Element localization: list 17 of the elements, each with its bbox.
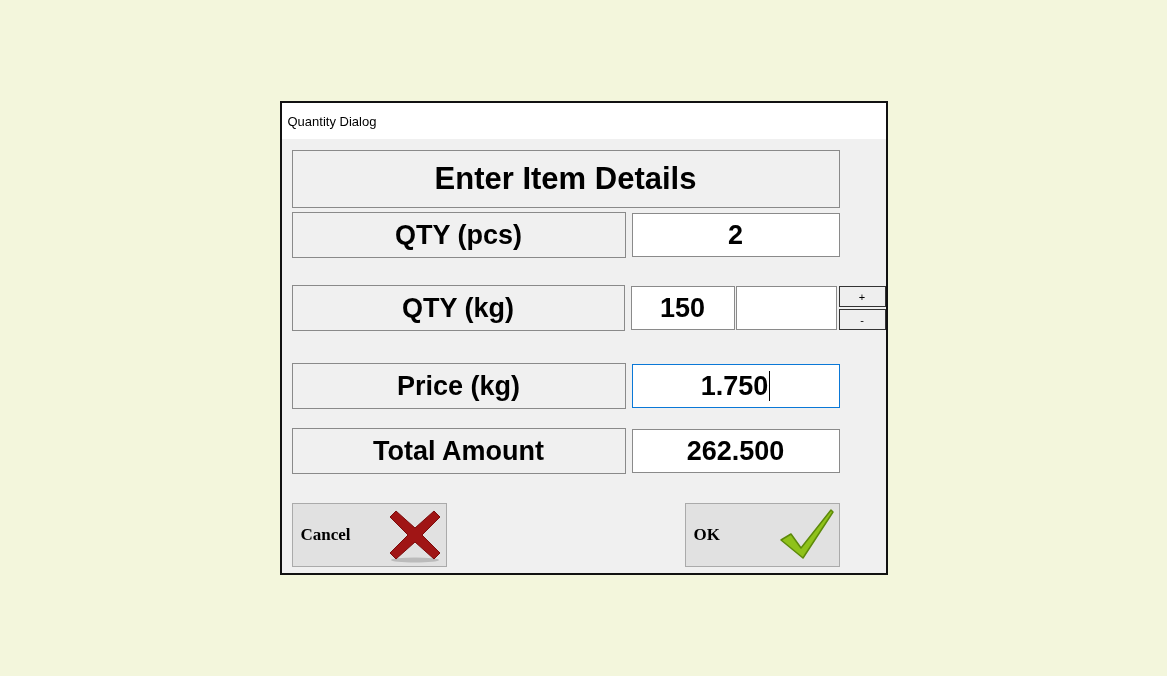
ok-button[interactable]: OK <box>684 503 840 567</box>
field-label: Total Amount <box>291 428 626 474</box>
increment-button[interactable]: + <box>838 286 886 307</box>
cancel-button[interactable]: Cancel <box>291 503 447 567</box>
text-cursor <box>769 371 771 401</box>
input-field[interactable] <box>735 286 837 330</box>
dialog-heading: Enter Item Details <box>291 150 840 208</box>
value-field[interactable]: 150 <box>630 286 735 330</box>
field-label: QTY (pcs) <box>291 212 626 258</box>
value-field[interactable]: 262.500 <box>631 429 840 473</box>
price-field[interactable]: 1.750 <box>631 364 840 408</box>
field-label: QTY (kg) <box>291 285 625 331</box>
decrement-button[interactable]: - <box>838 309 886 330</box>
check-icon <box>778 508 835 562</box>
value-field[interactable]: 2 <box>631 213 840 257</box>
window-title: Quantity Dialog <box>287 113 377 129</box>
field-label: Price (kg) <box>291 363 626 409</box>
